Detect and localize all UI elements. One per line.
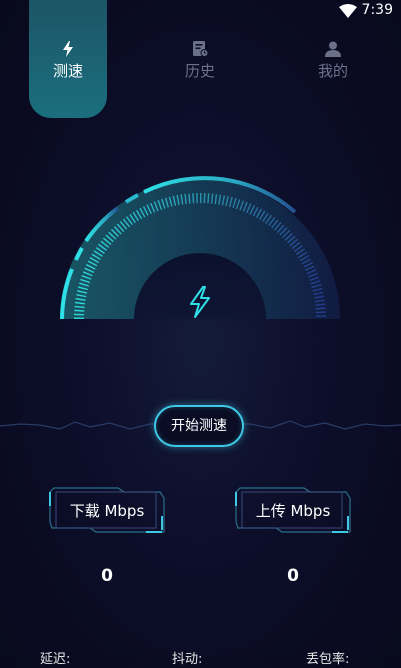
tab-history[interactable]: 历史 <box>161 0 239 118</box>
tab-speedtest-label: 测速 <box>52 62 83 80</box>
upload-label: 上传 Mbps <box>255 502 331 520</box>
download-value: 0 <box>101 566 113 586</box>
packet-loss-label: 丢包率: <box>306 652 350 667</box>
tab-mine-label: 我的 <box>317 62 348 80</box>
speed-gauge <box>60 176 340 320</box>
bottom-stats: 延迟: 抖动: 丢包率: <box>0 648 401 668</box>
bolt-icon <box>63 41 73 57</box>
upload-value: 0 <box>287 566 299 586</box>
tab-bar: 测速 历史 我的 <box>0 0 401 120</box>
download-label: 下载 Mbps <box>69 502 145 520</box>
latency-label: 延迟: <box>40 652 71 667</box>
jitter-label: 抖动: <box>172 652 203 667</box>
history-icon <box>193 41 209 57</box>
tab-history-label: 历史 <box>184 62 215 80</box>
upload-label-frame: 上传 Mbps <box>234 486 352 534</box>
tab-speedtest[interactable]: 测速 <box>29 0 107 118</box>
tab-mine[interactable]: 我的 <box>294 0 372 118</box>
download-label-frame: 下载 Mbps <box>48 486 166 534</box>
user-icon <box>325 41 341 57</box>
start-test-button[interactable]: 开始测速 <box>154 405 244 447</box>
